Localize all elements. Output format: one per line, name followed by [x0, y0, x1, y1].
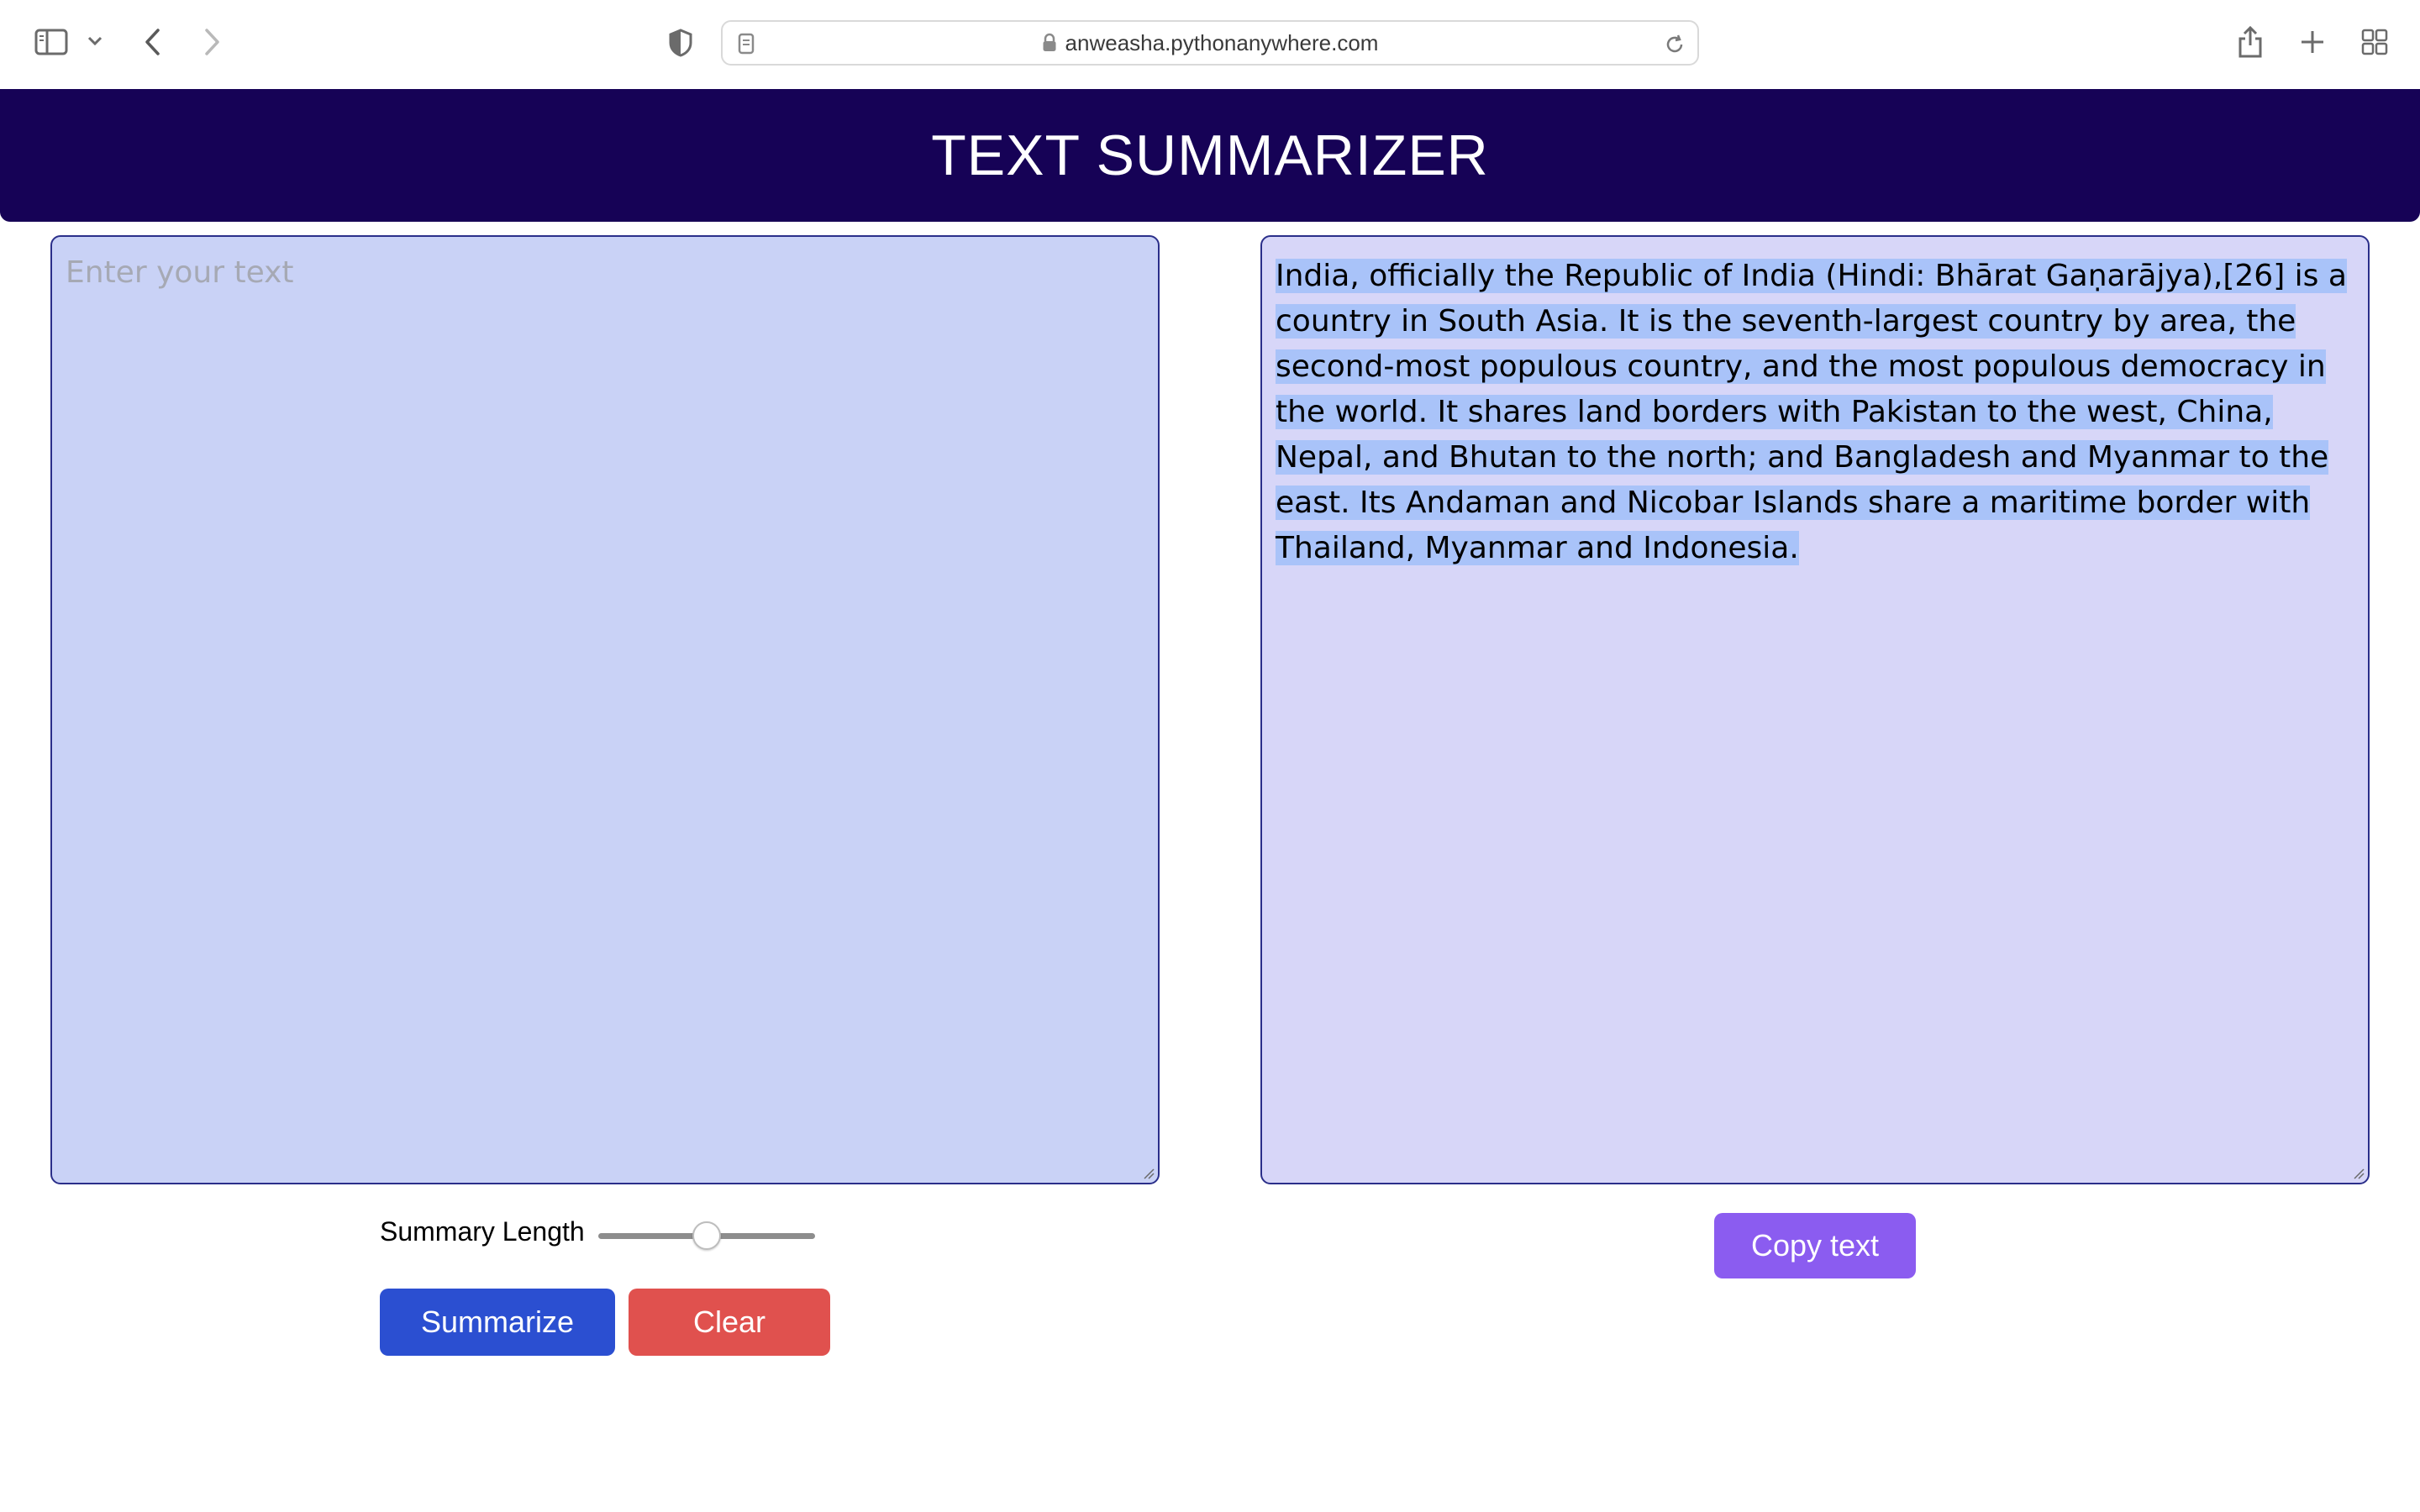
- input-panel: [50, 235, 1160, 1184]
- app-header: TEXT SUMMARIZER: [0, 89, 2420, 222]
- lock-icon: [1042, 33, 1057, 53]
- summary-text[interactable]: India, officially the Republic of India …: [1276, 259, 2347, 565]
- output-panel[interactable]: India, officially the Republic of India …: [1260, 235, 2370, 1184]
- page-title: TEXT SUMMARIZER: [931, 123, 1489, 187]
- plus-icon[interactable]: [2297, 27, 2328, 57]
- input-textarea[interactable]: [52, 237, 1158, 1183]
- browser-toolbar: anweasha.pythonanywhere.com: [0, 0, 2420, 89]
- clear-button[interactable]: Clear: [629, 1289, 830, 1356]
- summary-length-slider[interactable]: [598, 1221, 815, 1250]
- shield-icon[interactable]: [666, 27, 696, 59]
- address-bar[interactable]: anweasha.pythonanywhere.com: [721, 20, 1699, 66]
- slider-thumb[interactable]: [692, 1221, 721, 1250]
- back-arrow-icon[interactable]: [139, 25, 165, 59]
- url-text: anweasha.pythonanywhere.com: [1065, 29, 1379, 55]
- resize-handle-icon[interactable]: [1141, 1166, 1155, 1179]
- copy-text-button[interactable]: Copy text: [1714, 1213, 1916, 1278]
- share-icon[interactable]: [2233, 24, 2267, 60]
- summarize-button[interactable]: Summarize: [380, 1289, 615, 1356]
- sidebar-icon[interactable]: [34, 27, 69, 57]
- summary-length-label: Summary Length: [380, 1216, 585, 1247]
- summary-output[interactable]: India, officially the Republic of India …: [1262, 237, 2368, 588]
- forward-arrow-icon[interactable]: [200, 25, 225, 59]
- tab-overview-icon[interactable]: [2360, 27, 2390, 57]
- chevron-down-icon[interactable]: [86, 32, 104, 50]
- resize-handle-icon[interactable]: [2351, 1166, 2365, 1179]
- reload-icon[interactable]: [1662, 32, 1687, 57]
